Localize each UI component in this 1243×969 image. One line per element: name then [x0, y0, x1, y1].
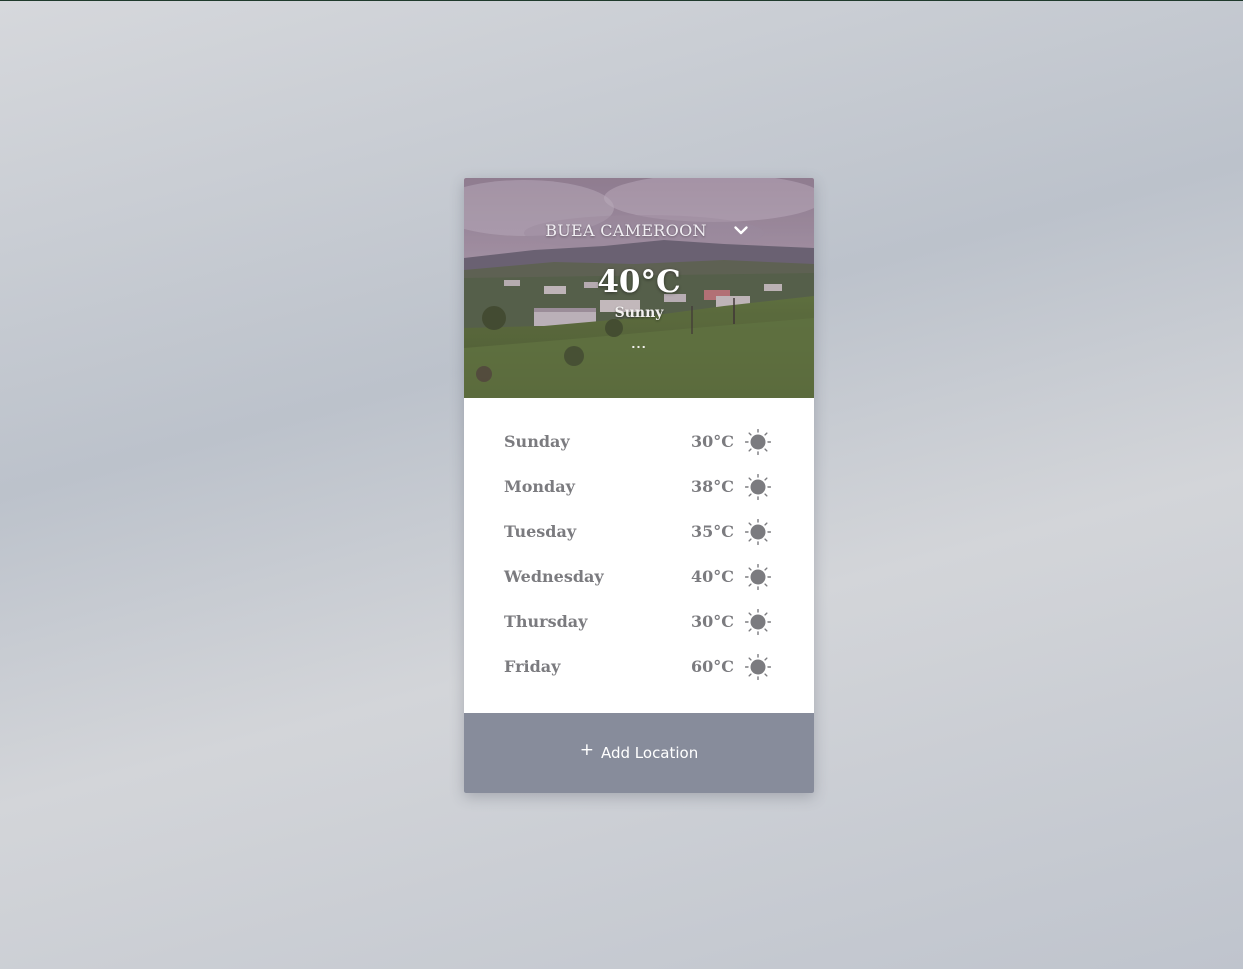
top-border-line: [0, 0, 1243, 1]
forecast-day: Sunday: [504, 432, 570, 451]
forecast-day: Monday: [504, 477, 575, 496]
forecast-day: Wednesday: [504, 567, 604, 586]
forecast-temp: 60°C: [691, 657, 734, 676]
hero-image-panel: BUEA CAMEROON 40°C Sunny ...: [464, 178, 814, 398]
forecast-temp: 38°C: [691, 477, 734, 496]
sun-icon: [745, 474, 771, 500]
forecast-temp: 40°C: [691, 567, 734, 586]
sun-icon: [745, 429, 771, 455]
forecast-row-thursday: Thursday 30°C: [504, 607, 774, 637]
sun-icon: [745, 654, 771, 680]
forecast-row-monday: Monday 38°C: [504, 472, 774, 502]
current-temperature: 40°C: [597, 264, 681, 300]
plus-icon: +: [579, 740, 594, 760]
forecast-row-wednesday: Wednesday 40°C: [504, 562, 774, 592]
location-name: BUEA CAMEROON: [545, 220, 707, 240]
add-location-label: Add Location: [600, 744, 699, 762]
more-options-button[interactable]: ...: [464, 338, 814, 351]
forecast-temp: 30°C: [691, 612, 734, 631]
forecast-row-tuesday: Tuesday 35°C: [504, 517, 774, 547]
add-location-button[interactable]: + Add Location: [464, 713, 814, 793]
forecast-day: Tuesday: [504, 522, 577, 541]
weather-card: BUEA CAMEROON 40°C Sunny ... Sunday 30°C…: [464, 178, 814, 793]
sun-icon: [745, 609, 771, 635]
forecast-day: Friday: [504, 657, 561, 676]
current-condition: Sunny: [614, 305, 664, 321]
forecast-temp: 35°C: [691, 522, 734, 541]
forecast-temp: 30°C: [691, 432, 734, 451]
forecast-day: Thursday: [504, 612, 588, 631]
location-selector[interactable]: BUEA CAMEROON: [464, 218, 814, 242]
sun-icon: [745, 564, 771, 590]
chevron-down-icon[interactable]: [733, 222, 749, 238]
sun-icon: [745, 519, 771, 545]
forecast-row-sunday: Sunday 30°C: [504, 427, 774, 457]
forecast-row-friday: Friday 60°C: [504, 652, 774, 682]
forecast-list: Sunday 30°C Monday 38°C Tuesday 35°C Wed…: [464, 398, 814, 713]
